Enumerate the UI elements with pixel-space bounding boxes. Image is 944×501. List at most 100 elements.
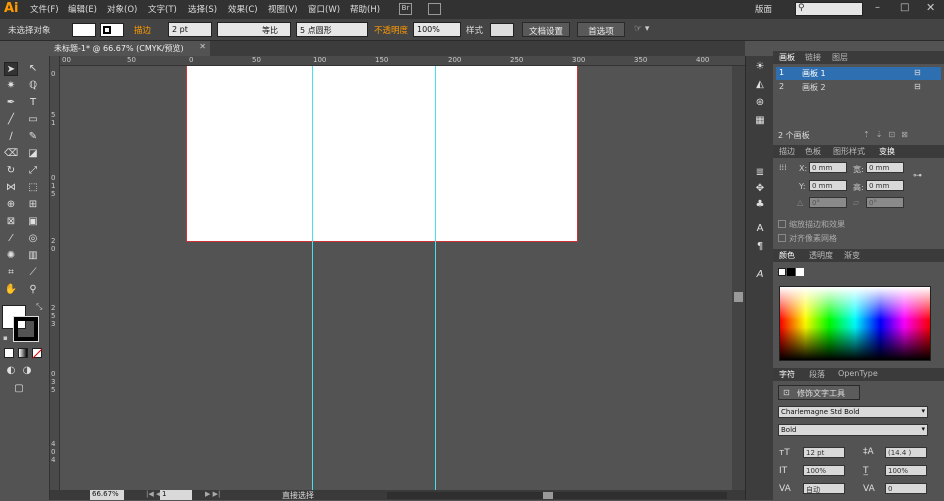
default-colors-icon[interactable]: ▪ [3, 334, 8, 342]
glyphs-icon[interactable]: A [753, 268, 767, 282]
menu-edit[interactable]: 编辑(E) [68, 3, 97, 15]
black-swatch[interactable] [787, 268, 795, 276]
font-family-select[interactable]: Charlemagne Std Bold ▾ [778, 406, 928, 418]
hscroll-thumb[interactable] [543, 492, 553, 499]
scale-stroke-checkbox[interactable] [778, 220, 786, 228]
guide-line[interactable] [435, 66, 436, 490]
none-mode-icon[interactable] [32, 348, 43, 359]
menu-effect[interactable]: 效果(C) [228, 3, 258, 15]
stroke-label[interactable]: 描边 [134, 24, 151, 36]
eyedropper-icon[interactable]: ⁄ [4, 232, 18, 246]
tab-close-icon[interactable]: ✕ [199, 42, 206, 51]
horizontal-scale-field[interactable]: 100% [885, 465, 927, 476]
swatches-dock-icon[interactable]: ▦ [753, 114, 767, 128]
guide-line[interactable] [312, 66, 313, 490]
x-field[interactable]: 0 mm [809, 162, 847, 173]
height-field[interactable]: 0 mm [866, 180, 904, 191]
artboard-options-icon[interactable]: ⊟ [914, 68, 921, 77]
close-icon[interactable]: ✕ [926, 1, 935, 14]
rotate-field[interactable]: 0° [809, 197, 847, 208]
rectangle-tool-icon[interactable]: ▭ [26, 113, 40, 127]
lasso-icon[interactable]: ℚ [26, 79, 40, 93]
club-symbol-icon[interactable]: ♣ [753, 198, 767, 212]
tab-gradient[interactable]: 渐变 [844, 250, 860, 261]
artboard[interactable] [186, 66, 578, 242]
zoom-tool-icon[interactable]: ⚲ [26, 283, 40, 297]
character-styles-icon[interactable]: A [753, 222, 767, 236]
type-tool-icon[interactable]: T [26, 96, 40, 110]
gradient-mode-icon[interactable] [18, 348, 28, 358]
stroke-weight-input[interactable]: 2 pt [168, 22, 212, 37]
list-item[interactable]: 2 画板 2 ⊟ [776, 81, 941, 94]
list-item[interactable]: 1 画板 1 ⊟ [776, 67, 941, 80]
stroke-swatch[interactable] [100, 23, 124, 37]
paintbrush-icon[interactable]: ∕ [4, 130, 18, 144]
color-spectrum[interactable] [779, 286, 931, 361]
symbols-icon[interactable]: ✥ [753, 182, 767, 196]
kerning-field[interactable]: 自动 [803, 483, 845, 494]
tab-character[interactable]: 字符 [779, 369, 795, 380]
blend-tool-icon[interactable]: ◎ [26, 232, 40, 246]
color-mode-icon[interactable] [4, 348, 14, 358]
tab-artboards[interactable]: 画板 [779, 52, 795, 63]
shape-builder-icon[interactable]: ⊕ [4, 198, 18, 212]
arrange-icon[interactable]: ☞ ▾ [634, 24, 649, 34]
tab-swatches[interactable]: 色板 [805, 146, 821, 157]
font-size-field[interactable]: 12 pt [803, 447, 845, 458]
menu-window[interactable]: 窗口(W) [308, 3, 340, 15]
graphic-style-swatch[interactable] [490, 23, 514, 37]
search-input[interactable]: ⚲ [795, 2, 863, 16]
swap-colors-icon[interactable]: ⤡ [36, 302, 42, 312]
bridge-button[interactable]: Br [399, 3, 412, 15]
constrain-proportions-icon[interactable]: ⊶ [913, 171, 922, 181]
minimize-icon[interactable]: – [875, 2, 880, 13]
scroll-thumb[interactable] [734, 292, 743, 302]
scale-tool-icon[interactable]: ⤢ [26, 164, 40, 178]
perspective-grid-icon[interactable]: ⊞ [26, 198, 40, 212]
document-setup-button[interactable]: 文档设置 [522, 22, 570, 37]
brush-definition[interactable]: 5 点圆形 [296, 22, 368, 37]
artboard-actions-icons[interactable]: ⇡⇣⊡⊠ [863, 130, 914, 139]
zoom-level[interactable]: 66.67% [90, 490, 124, 500]
next-artboard-icon[interactable]: ▶ ▶| [205, 490, 220, 498]
artboard-tool-icon[interactable]: ⌗ [4, 266, 18, 280]
tab-transform[interactable]: 变换 [879, 146, 895, 157]
horizontal-scrollbar[interactable] [387, 492, 727, 499]
width-tool-icon[interactable]: ⋈ [4, 181, 18, 195]
menu-view[interactable]: 视图(V) [268, 3, 297, 15]
slice-tool-icon[interactable]: ⟋ [26, 266, 40, 280]
document-tab[interactable]: 未标题-1* @ 66.67% (CMYK/预览) ✕ [50, 41, 210, 56]
opacity-input[interactable]: 100% [413, 22, 461, 37]
appearance-icon[interactable]: ◭ [753, 78, 767, 92]
tab-layers[interactable]: 图层 [832, 52, 848, 63]
menu-file[interactable]: 文件(F) [30, 3, 59, 15]
fill-swatch[interactable] [72, 23, 96, 37]
tab-opentype[interactable]: OpenType [838, 369, 878, 378]
paragraph-styles-icon[interactable]: ¶ [753, 240, 767, 254]
touch-type-button[interactable]: ⊡ 修饰文字工具 [778, 385, 860, 400]
width-field[interactable]: 0 mm [866, 162, 904, 173]
tracking-field[interactable]: 0 [885, 483, 927, 494]
tab-links[interactable]: 链接 [805, 52, 821, 63]
blob-brush-icon[interactable]: ⌫ [4, 147, 18, 161]
preferences-button[interactable]: 首选项 [577, 22, 625, 37]
align-pixel-checkbox[interactable] [778, 234, 786, 242]
brushes-icon[interactable]: ≣ [753, 166, 767, 180]
selection-tool-icon[interactable]: ➤ [4, 62, 18, 76]
tab-transparency[interactable]: 透明度 [809, 250, 833, 261]
y-field[interactable]: 0 mm [809, 180, 847, 191]
none-swatch[interactable] [778, 268, 786, 276]
mesh-tool-icon[interactable]: ⊠ [4, 215, 18, 229]
tab-stroke[interactable]: 描边 [779, 146, 795, 157]
navigator-icon[interactable]: ⊛ [753, 96, 767, 110]
menu-object[interactable]: 对象(O) [107, 3, 137, 15]
canvas[interactable] [60, 66, 732, 490]
font-style-select[interactable]: Bold ▾ [778, 424, 928, 436]
menu-type[interactable]: 文字(T) [148, 3, 177, 15]
stroke-color-box[interactable] [13, 316, 39, 342]
color-guide-icon[interactable]: ☀ [753, 60, 767, 74]
column-graph-icon[interactable]: ▥ [26, 249, 40, 263]
menu-select[interactable]: 选择(S) [188, 3, 217, 15]
tab-graphic-styles[interactable]: 图形样式 [833, 146, 865, 157]
artboard-number[interactable]: 1 [160, 490, 192, 500]
